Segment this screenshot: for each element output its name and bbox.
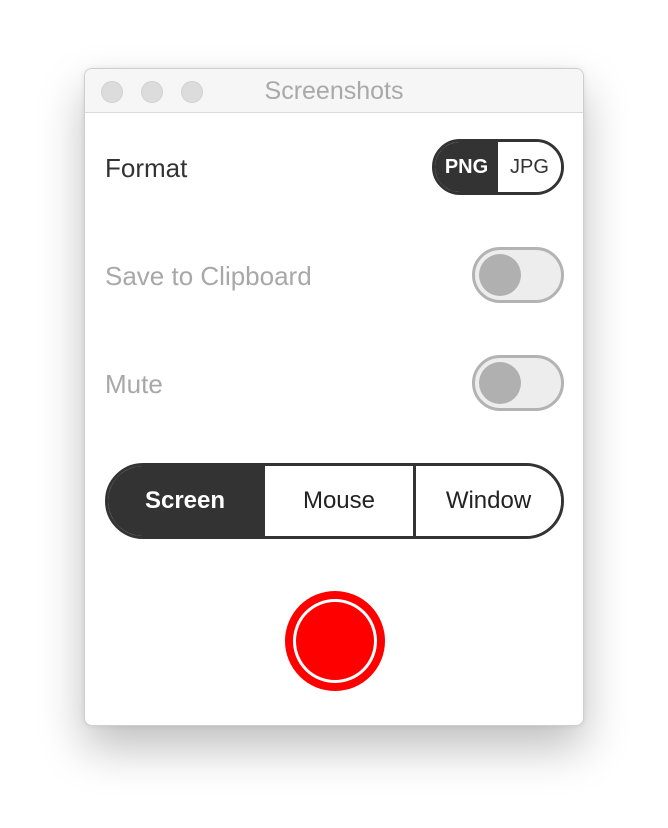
- window-title: Screenshots: [264, 77, 404, 105]
- mode-option-screen[interactable]: Screen: [108, 466, 262, 536]
- record-button[interactable]: [285, 591, 385, 691]
- record-icon: [293, 599, 377, 683]
- capture-mode-segmented-control: Screen Mouse Window: [105, 463, 564, 539]
- mode-option-mouse[interactable]: Mouse: [262, 466, 413, 536]
- format-label: Format: [105, 153, 188, 183]
- format-option-png[interactable]: PNG: [435, 142, 498, 192]
- toggle-knob: [479, 254, 521, 296]
- mute-label: Mute: [105, 369, 163, 399]
- mute-toggle[interactable]: [472, 355, 564, 411]
- screenshots-window: Screenshots Format PNG JPG Save to Clipb…: [84, 68, 584, 726]
- toggle-knob: [479, 362, 521, 404]
- mode-option-window[interactable]: Window: [413, 466, 561, 536]
- title-bar[interactable]: Screenshots: [85, 69, 583, 113]
- save-to-clipboard-toggle[interactable]: [472, 247, 564, 303]
- format-segmented-control: PNG JPG: [432, 139, 564, 195]
- save-to-clipboard-label: Save to Clipboard: [105, 261, 312, 291]
- format-option-jpg[interactable]: JPG: [498, 142, 561, 192]
